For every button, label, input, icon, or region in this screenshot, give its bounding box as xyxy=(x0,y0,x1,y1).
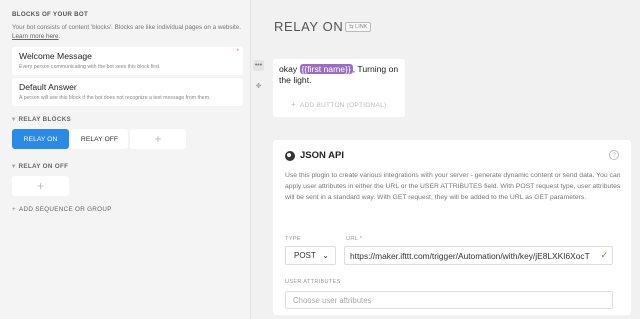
json-api-description: Use this plugin to create various integr… xyxy=(285,172,621,202)
add-sequence-or-group[interactable]: + ADD SEQUENCE OR GROUP xyxy=(12,206,112,213)
block-title[interactable]: RELAY ON xyxy=(274,19,343,34)
group-toggle-relay-blocks[interactable]: ▾ RELAY BLOCKS xyxy=(12,116,71,123)
plus-icon: + xyxy=(291,100,296,109)
link-icon: ⇆ xyxy=(349,24,354,30)
block-subtitle: Every person communicating with the bot … xyxy=(19,64,161,70)
url-label: URL * xyxy=(346,236,363,242)
section-title: BLOCKS OF YOUR BOT xyxy=(12,11,89,18)
text-message[interactable]: okay {{first name}}, Turning on the ligh… xyxy=(279,64,399,86)
json-api-title: JSON API xyxy=(300,150,344,161)
add-block-button[interactable]: + xyxy=(12,176,69,196)
user-attributes-input[interactable]: Choose user attributes xyxy=(285,291,613,309)
text-card[interactable]: okay {{first name}}, Turning on the ligh… xyxy=(273,59,405,117)
intro-text: Your bot consists of content 'blocks'. B… xyxy=(12,23,244,41)
move-icon[interactable]: ✥ xyxy=(253,80,264,91)
block-subtitle: A person will see this block if the bot … xyxy=(19,95,211,101)
card-tools: ••• ✥ xyxy=(253,60,265,91)
chevron-down-icon: ⌄ xyxy=(322,251,329,260)
message-text-start: okay xyxy=(279,64,300,74)
link-badge-label: LINK xyxy=(355,24,368,30)
help-icon[interactable]: ? xyxy=(609,150,619,160)
block-welcome-message[interactable]: Welcome Message Every person communicati… xyxy=(12,47,243,75)
type-select[interactable]: POST ⌄ xyxy=(285,246,336,265)
url-input[interactable]: https://maker.ifttt.com/trigger/Automati… xyxy=(344,246,613,265)
more-icon[interactable]: ••• xyxy=(253,60,264,71)
json-api-card: JSON API ? Use this plugin to create var… xyxy=(273,140,631,315)
type-label: TYPE xyxy=(285,236,301,242)
required-marker: * xyxy=(236,49,239,55)
learn-more-link[interactable]: Learn more here xyxy=(12,33,59,40)
block-title: Welcome Message xyxy=(19,51,92,61)
json-api-icon xyxy=(285,150,295,161)
json-api-header: JSON API xyxy=(285,150,619,161)
link-badge[interactable]: ⇆ LINK xyxy=(345,22,372,32)
user-attributes-label: USER ATTRIBUTES xyxy=(285,279,341,285)
check-icon: ✓ xyxy=(600,250,608,260)
add-block-button[interactable]: + xyxy=(130,129,186,149)
intro-body: Your bot consists of content 'blocks'. B… xyxy=(12,24,241,31)
block-default-answer[interactable]: Default Answer A person will see this bl… xyxy=(12,78,243,106)
attribute-pill[interactable]: {{first name}} xyxy=(299,64,353,74)
intro-end: . xyxy=(58,33,61,40)
group-label: RELAY ON OFF xyxy=(18,163,69,170)
add-sequence-label: ADD SEQUENCE OR GROUP xyxy=(18,206,112,213)
block-editor: RELAY ON ⇆ LINK ••• ✥ okay {{first name}… xyxy=(252,0,640,319)
block-relay-on[interactable]: RELAY ON xyxy=(12,129,69,149)
add-button-label: ADD BUTTON (OPTIONAL) xyxy=(299,102,387,109)
block-relay-off[interactable]: RELAY OFF xyxy=(71,129,128,149)
url-value: https://maker.ifttt.com/trigger/Automati… xyxy=(350,250,590,261)
chevron-down-icon: ▾ xyxy=(12,116,16,123)
chevron-down-icon: ▾ xyxy=(12,163,16,170)
plus-icon: + xyxy=(12,206,16,213)
group-label: RELAY BLOCKS xyxy=(18,116,72,123)
add-button[interactable]: + ADD BUTTON (OPTIONAL) xyxy=(291,100,386,109)
type-value: POST xyxy=(294,251,316,260)
group-toggle-relay-on-off[interactable]: ▾ RELAY ON OFF xyxy=(12,163,68,170)
block-title: Default Answer xyxy=(19,82,77,92)
